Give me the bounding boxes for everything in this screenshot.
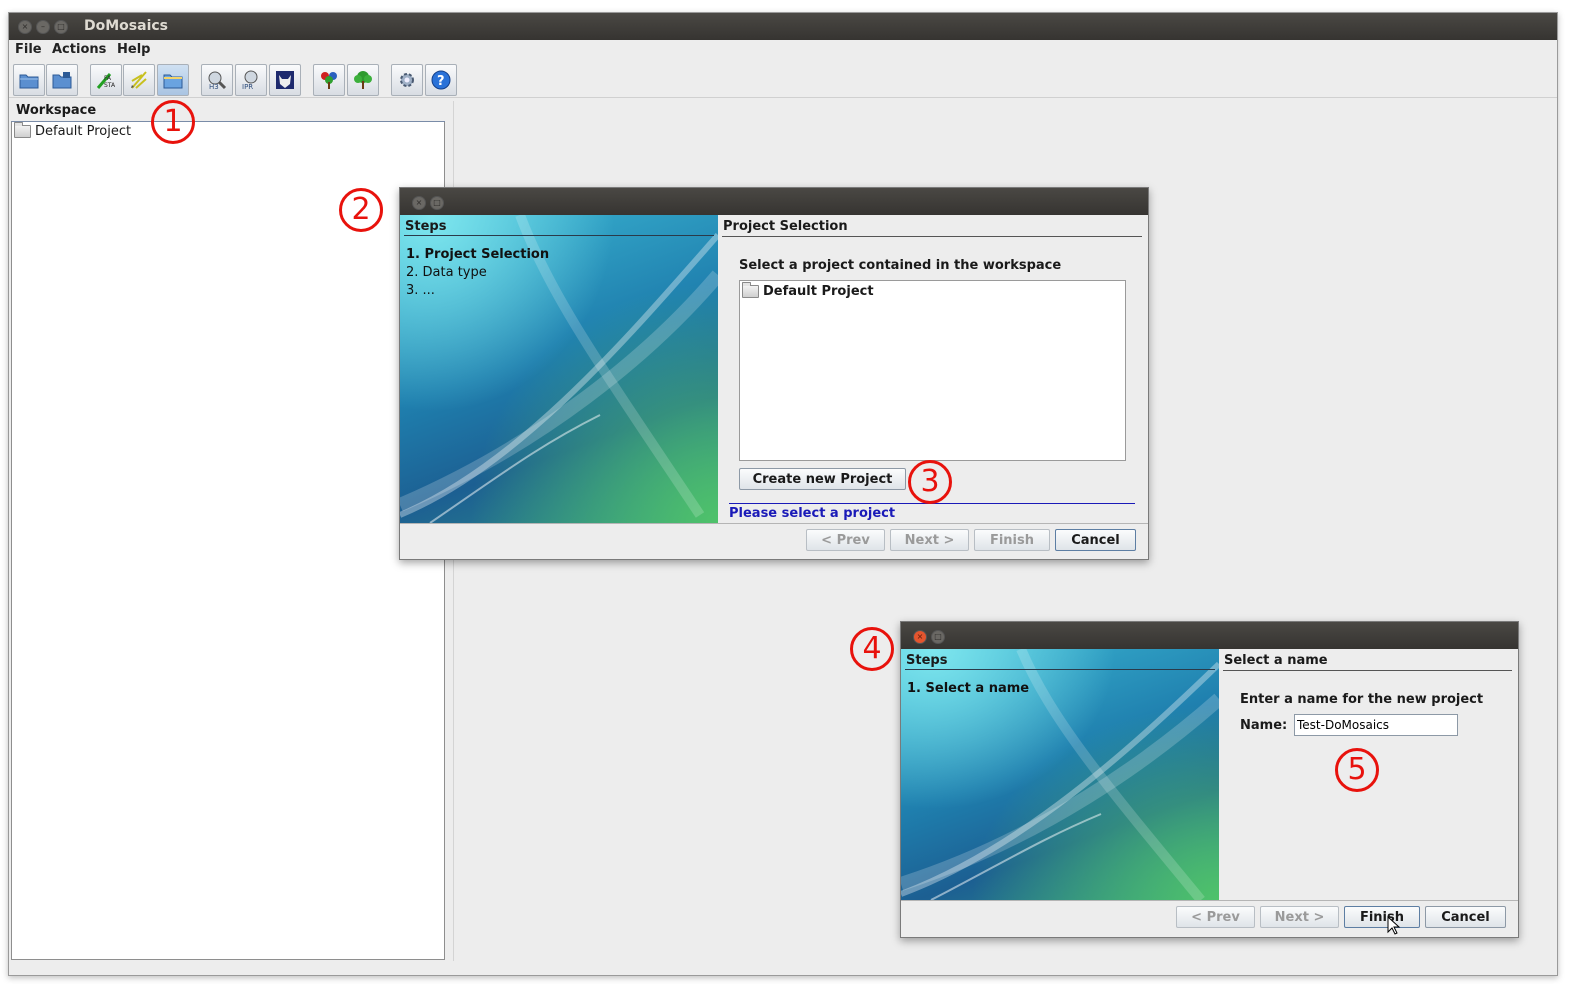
menu-actions[interactable]: Actions: [52, 42, 106, 57]
svg-text:IPR: IPR: [242, 83, 253, 91]
maximize-icon[interactable]: □: [430, 196, 444, 210]
divider: [901, 900, 1518, 901]
tree-item-label: Default Project: [35, 124, 132, 139]
pane-title: Project Selection: [723, 219, 848, 234]
wizard-side-image: Steps 1. Project Selection 2. Data type …: [400, 215, 718, 523]
status-text: Please select a project: [729, 506, 896, 521]
maximize-icon[interactable]: □: [54, 20, 68, 34]
tree-item-default-project[interactable]: Default Project: [14, 122, 132, 139]
domain-tree-icon[interactable]: [313, 64, 345, 96]
main-titlebar[interactable]: × – □ DoMosaics: [9, 13, 1557, 40]
interproscan-icon[interactable]: IPR: [235, 64, 267, 96]
project-name-input[interactable]: [1294, 714, 1458, 736]
divider: [722, 236, 1142, 237]
step-item: 2. Data type: [406, 265, 487, 280]
close-icon[interactable]: ×: [18, 20, 32, 34]
project-folder-icon[interactable]: [157, 64, 189, 96]
steps-title: Steps: [405, 219, 447, 234]
menu-help[interactable]: Help: [117, 42, 150, 57]
dialog-titlebar[interactable]: × □: [400, 188, 1148, 215]
project-list[interactable]: Default Project: [739, 280, 1126, 461]
divider: [400, 523, 1148, 524]
divider: [1223, 670, 1512, 671]
svg-text:STA: STA: [104, 82, 116, 89]
next-button[interactable]: Next >: [890, 529, 969, 551]
finish-button[interactable]: Finish: [1344, 906, 1420, 928]
step-item: 3. ...: [406, 283, 435, 298]
window-title: DoMosaics: [84, 18, 168, 34]
cancel-button[interactable]: Cancel: [1055, 529, 1136, 551]
folder-icon: [14, 122, 31, 138]
toolbar: FA STA H3 IPR ?: [9, 61, 1557, 98]
callout-5: 5: [1335, 748, 1379, 792]
step-item: 1. Project Selection: [406, 247, 550, 262]
list-item[interactable]: Default Project: [742, 282, 874, 299]
workspace-title: Workspace: [16, 103, 97, 118]
divider: [404, 235, 714, 236]
hmmscan-icon[interactable]: H3: [201, 64, 233, 96]
name-label: Name:: [1240, 718, 1288, 733]
maximize-icon[interactable]: □: [931, 630, 945, 644]
dialog-titlebar[interactable]: × □: [901, 622, 1518, 649]
import-annotation-icon[interactable]: [123, 64, 155, 96]
cancel-button[interactable]: Cancel: [1425, 906, 1506, 928]
wizard-side-image: Steps 1. Select a name: [901, 649, 1219, 900]
wizard-dialog-select-name: × □ Steps 1. Select a name Select a name…: [900, 621, 1519, 938]
settings-gear-icon[interactable]: [391, 64, 423, 96]
import-fasta-icon[interactable]: FA STA: [90, 64, 122, 96]
divider: [905, 669, 1215, 670]
svg-text:FA: FA: [104, 75, 112, 82]
svg-text:H3: H3: [209, 83, 219, 91]
close-icon[interactable]: ×: [913, 630, 927, 644]
create-new-project-button[interactable]: Create new Project: [739, 468, 906, 490]
close-icon[interactable]: ×: [412, 196, 426, 210]
workspace-panel: Workspace Default Project: [11, 101, 447, 961]
step-item: 1. Select a name: [907, 681, 1030, 696]
callout-2: 2: [339, 188, 383, 232]
save-icon[interactable]: [46, 64, 78, 96]
help-icon[interactable]: ?: [425, 64, 457, 96]
prompt-text: Enter a name for the new project: [1240, 692, 1484, 707]
next-button[interactable]: Next >: [1260, 906, 1339, 928]
workspace-tree[interactable]: Default Project: [11, 122, 445, 960]
prev-button[interactable]: < Prev: [806, 529, 885, 551]
menubar: File Actions Help: [9, 40, 1557, 60]
svg-text:?: ?: [437, 74, 445, 89]
open-folder-icon[interactable]: [13, 64, 45, 96]
folder-icon: [742, 282, 759, 298]
list-item-label: Default Project: [763, 284, 874, 299]
tree-icon[interactable]: [347, 64, 379, 96]
wolf-icon[interactable]: [269, 64, 301, 96]
pane-title: Select a name: [1224, 653, 1328, 668]
steps-title: Steps: [906, 653, 948, 668]
prompt-text: Select a project contained in the worksp…: [739, 258, 1062, 273]
menu-file[interactable]: File: [15, 42, 42, 57]
callout-3: 3: [908, 460, 952, 504]
callout-1: 1: [151, 100, 195, 144]
minimize-icon[interactable]: –: [36, 20, 50, 34]
mouse-cursor-icon: [1387, 916, 1401, 935]
callout-4: 4: [850, 627, 894, 671]
prev-button[interactable]: < Prev: [1176, 906, 1255, 928]
wizard-dialog-project-selection: × □ Steps 1. Project Selection 2. Data t…: [399, 187, 1149, 560]
finish-button[interactable]: Finish: [974, 529, 1050, 551]
